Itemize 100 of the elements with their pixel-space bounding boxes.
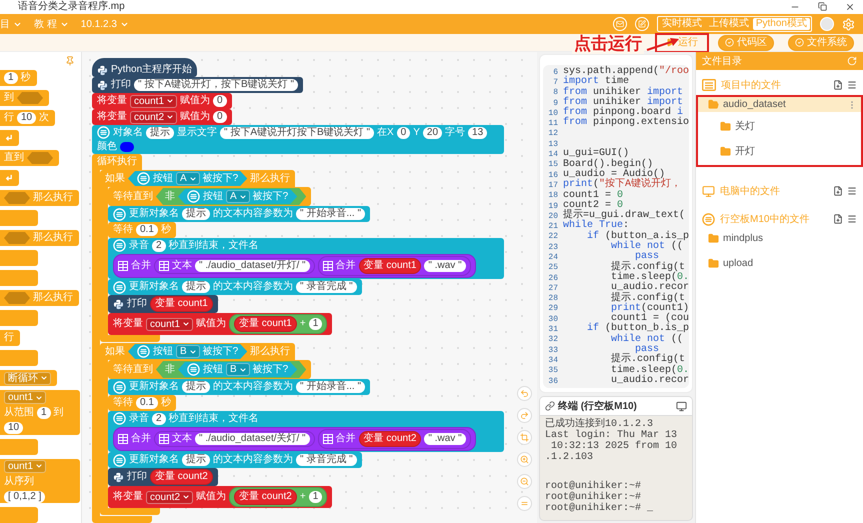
block-label: 文本 [172, 260, 192, 272]
code-line: 提示.config(t [610, 355, 686, 366]
block-dropdown[interactable]: count2 [146, 490, 194, 504]
block-input[interactable]: 提示 [146, 126, 174, 138]
pin-icon[interactable] [65, 56, 75, 66]
palette-block[interactable]: 行 10 次 [0, 110, 56, 126]
line-number: 33 [547, 346, 559, 355]
check-icon [725, 38, 734, 47]
palette-block[interactable] [0, 438, 38, 454]
file-tree-item[interactable]: 开灯 [700, 142, 859, 160]
block-dropdown[interactable]: count1 [130, 94, 178, 108]
block-input[interactable]: 0 [213, 95, 227, 107]
palette-block[interactable]: 1 秒 [0, 70, 37, 86]
reset-zoom-button[interactable] [517, 496, 532, 511]
link-icon[interactable] [545, 401, 555, 412]
block-input[interactable]: 1 [4, 72, 18, 84]
redo-button[interactable] [517, 408, 532, 423]
line-number: 21 [547, 222, 559, 232]
zoom-out-button[interactable] [517, 474, 532, 489]
block-input[interactable]: 0 [213, 111, 227, 123]
terminal-line: 10:32:13 2025 from 10 [551, 441, 678, 452]
palette-block[interactable] [0, 310, 38, 326]
block-input[interactable]: 0.1 [136, 397, 158, 409]
check-icon [795, 38, 804, 47]
refresh-icon[interactable] [847, 56, 857, 66]
crop-button[interactable] [517, 430, 532, 445]
code-line: from unihiker import [563, 98, 684, 108]
avatar[interactable] [820, 17, 834, 31]
caret-icon [188, 174, 197, 182]
palette-block[interactable] [0, 170, 19, 186]
block-input[interactable]: " 录音完成 " [296, 454, 357, 466]
block-input[interactable]: " 录音完成 " [296, 281, 357, 293]
caret-icon [188, 348, 197, 356]
palette-block[interactable] [0, 507, 38, 523]
line-number: 6 [552, 68, 559, 77]
file-tree-item[interactable]: 关灯 [700, 117, 859, 135]
new-file-icon[interactable] [833, 80, 843, 90]
palette-block[interactable] [0, 250, 38, 266]
block-dropdown[interactable]: count1 [146, 318, 194, 330]
block-input[interactable]: " ./audio_dataset/关灯/ " [195, 433, 310, 445]
file-tree-item[interactable]: mindplus [698, 231, 861, 246]
block-input[interactable]: " 开始录音... " [296, 208, 365, 220]
color-swatch[interactable] [120, 142, 134, 152]
block-label: 变量 count1 [239, 318, 292, 330]
block-input[interactable]: 10 [4, 422, 24, 434]
block-input[interactable]: " 开始录音... " [296, 381, 365, 393]
block-input[interactable]: 13 [468, 126, 488, 138]
file-tree-item[interactable]: upload [698, 256, 861, 271]
block-input[interactable]: 提示 [182, 454, 210, 466]
block-input[interactable]: 10 [17, 112, 36, 124]
line-number: 22 [547, 232, 559, 242]
block-input[interactable]: " ./audio_dataset/开灯/ " [195, 260, 310, 272]
palette-block[interactable]: ount1 从序列 [ 0,1,2 ] [0, 458, 80, 503]
palette-block[interactable] [0, 130, 19, 146]
block-input[interactable]: 1 [308, 491, 322, 503]
restore-icon[interactable] [818, 2, 827, 11]
block-label: 按钮 [203, 190, 223, 202]
terminal-line: root@unihiker:~# _ [545, 503, 654, 514]
palette-block[interactable] [0, 270, 38, 286]
undo-button[interactable] [517, 386, 532, 401]
striped-circle-icon [113, 412, 126, 425]
block-input[interactable]: 0 [396, 126, 410, 138]
block-input[interactable]: 1 [37, 407, 51, 419]
block-input[interactable]: 提示 [182, 208, 210, 220]
block-input[interactable]: " 按下A键说开灯按下B键说关灯 " [220, 126, 374, 138]
code-line: while not (( [610, 242, 684, 252]
block-input[interactable]: " .wav " [424, 433, 466, 445]
close-icon[interactable] [845, 2, 855, 12]
new-file-icon[interactable] [833, 186, 843, 196]
line-number: 26 [547, 274, 559, 283]
block-input[interactable]: " 按下A键说开灯，按下B键说关灯 " [134, 79, 298, 91]
monitor-icon[interactable] [676, 400, 687, 412]
block-label: 将变量 [113, 318, 143, 330]
zoom-in-button[interactable] [517, 452, 532, 467]
block-input[interactable]: 2 [152, 240, 166, 252]
mail-button[interactable] [612, 17, 627, 31]
new-file-icon[interactable] [833, 214, 843, 224]
file-name: 开灯 [735, 144, 756, 158]
menu-icon[interactable] [847, 80, 857, 90]
striped-circle-icon [702, 212, 715, 226]
menu-icon[interactable] [847, 186, 857, 196]
edit-button[interactable] [634, 17, 649, 31]
block-input[interactable]: 提示 [182, 381, 210, 393]
file-tree-item[interactable]: audio_dataset [698, 97, 861, 112]
block-input[interactable]: " .wav " [424, 260, 466, 272]
line-number: 10 [547, 108, 559, 118]
block-label: 秒 [20, 72, 31, 84]
block-input[interactable]: 20 [422, 126, 442, 138]
menu-icon[interactable] [847, 214, 857, 224]
block-label: Y [413, 126, 420, 138]
block-input[interactable]: 1 [308, 318, 322, 330]
block-input[interactable]: 2 [152, 412, 166, 424]
block-dropdown[interactable]: count2 [130, 110, 178, 124]
palette-block[interactable] [0, 210, 38, 226]
palette-block[interactable] [0, 350, 38, 366]
palette-block[interactable]: ount1 从范围 1 到 10 [0, 390, 80, 434]
settings-icon[interactable] [842, 18, 855, 30]
block-input[interactable]: 0.1 [136, 224, 158, 236]
block-input[interactable]: [ 0,1,2 ] [4, 490, 46, 502]
block-input[interactable]: 提示 [182, 281, 210, 293]
